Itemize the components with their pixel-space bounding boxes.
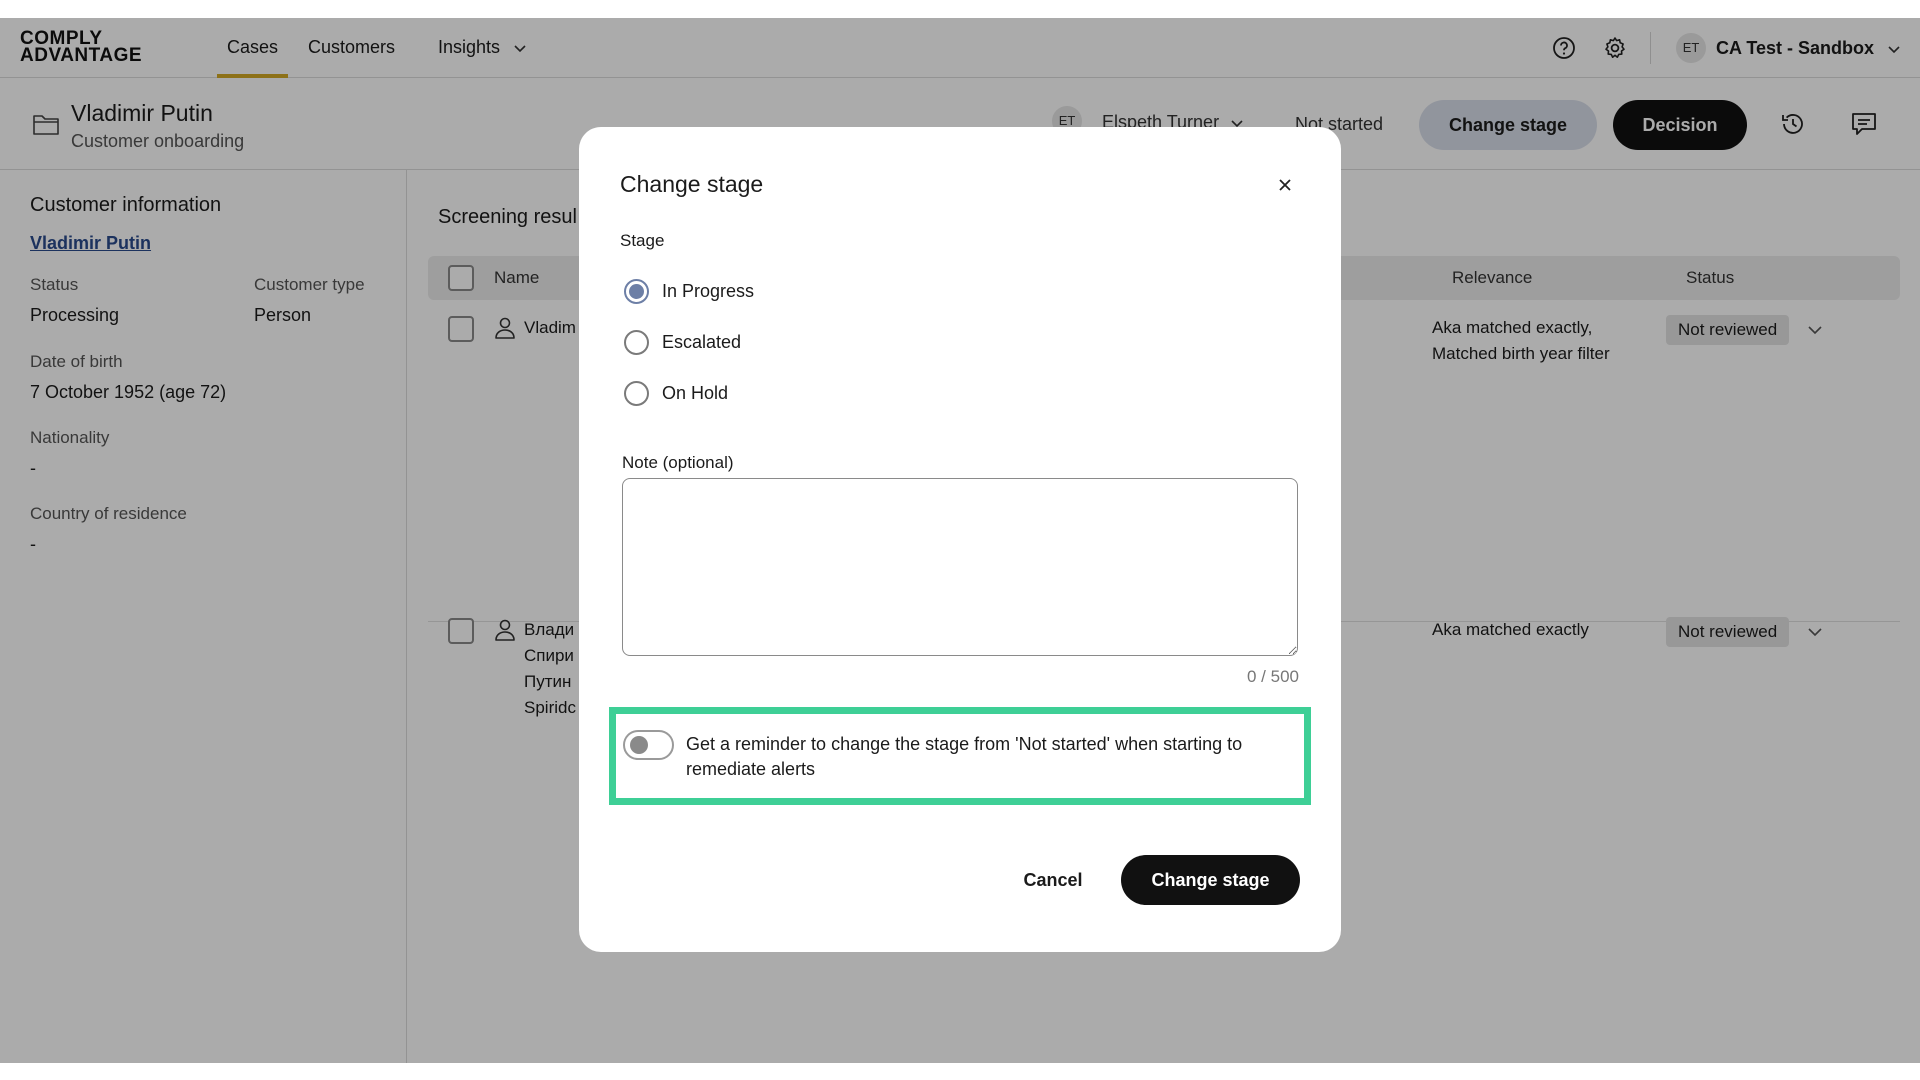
cancel-button[interactable]: Cancel (992, 855, 1114, 905)
toggle-knob (630, 736, 648, 754)
stage-label: Stage (620, 231, 665, 250)
reminder-toggle-label[interactable]: Get a reminder to change the stage from … (686, 732, 1286, 782)
reminder-toggle[interactable] (623, 730, 674, 760)
confirm-change-stage-button[interactable]: Change stage (1121, 855, 1300, 905)
radio-label[interactable]: Escalated (662, 332, 741, 353)
app-window: COMPLY ADVANTAGE Cases Customers Insight… (0, 18, 1920, 1063)
radio-button[interactable] (624, 330, 649, 355)
radio-button[interactable] (624, 381, 649, 406)
character-counter: 0 / 500 (1247, 667, 1299, 686)
change-stage-dialog: Change stage Stage In Progress Escalated… (579, 127, 1341, 952)
note-textarea[interactable] (622, 478, 1298, 656)
note-label: Note (optional) (622, 453, 734, 472)
radio-label[interactable]: In Progress (662, 281, 754, 302)
dialog-title: Change stage (620, 171, 764, 197)
close-icon[interactable] (1272, 172, 1298, 198)
radio-button[interactable] (624, 279, 649, 304)
radio-label[interactable]: On Hold (662, 383, 728, 404)
